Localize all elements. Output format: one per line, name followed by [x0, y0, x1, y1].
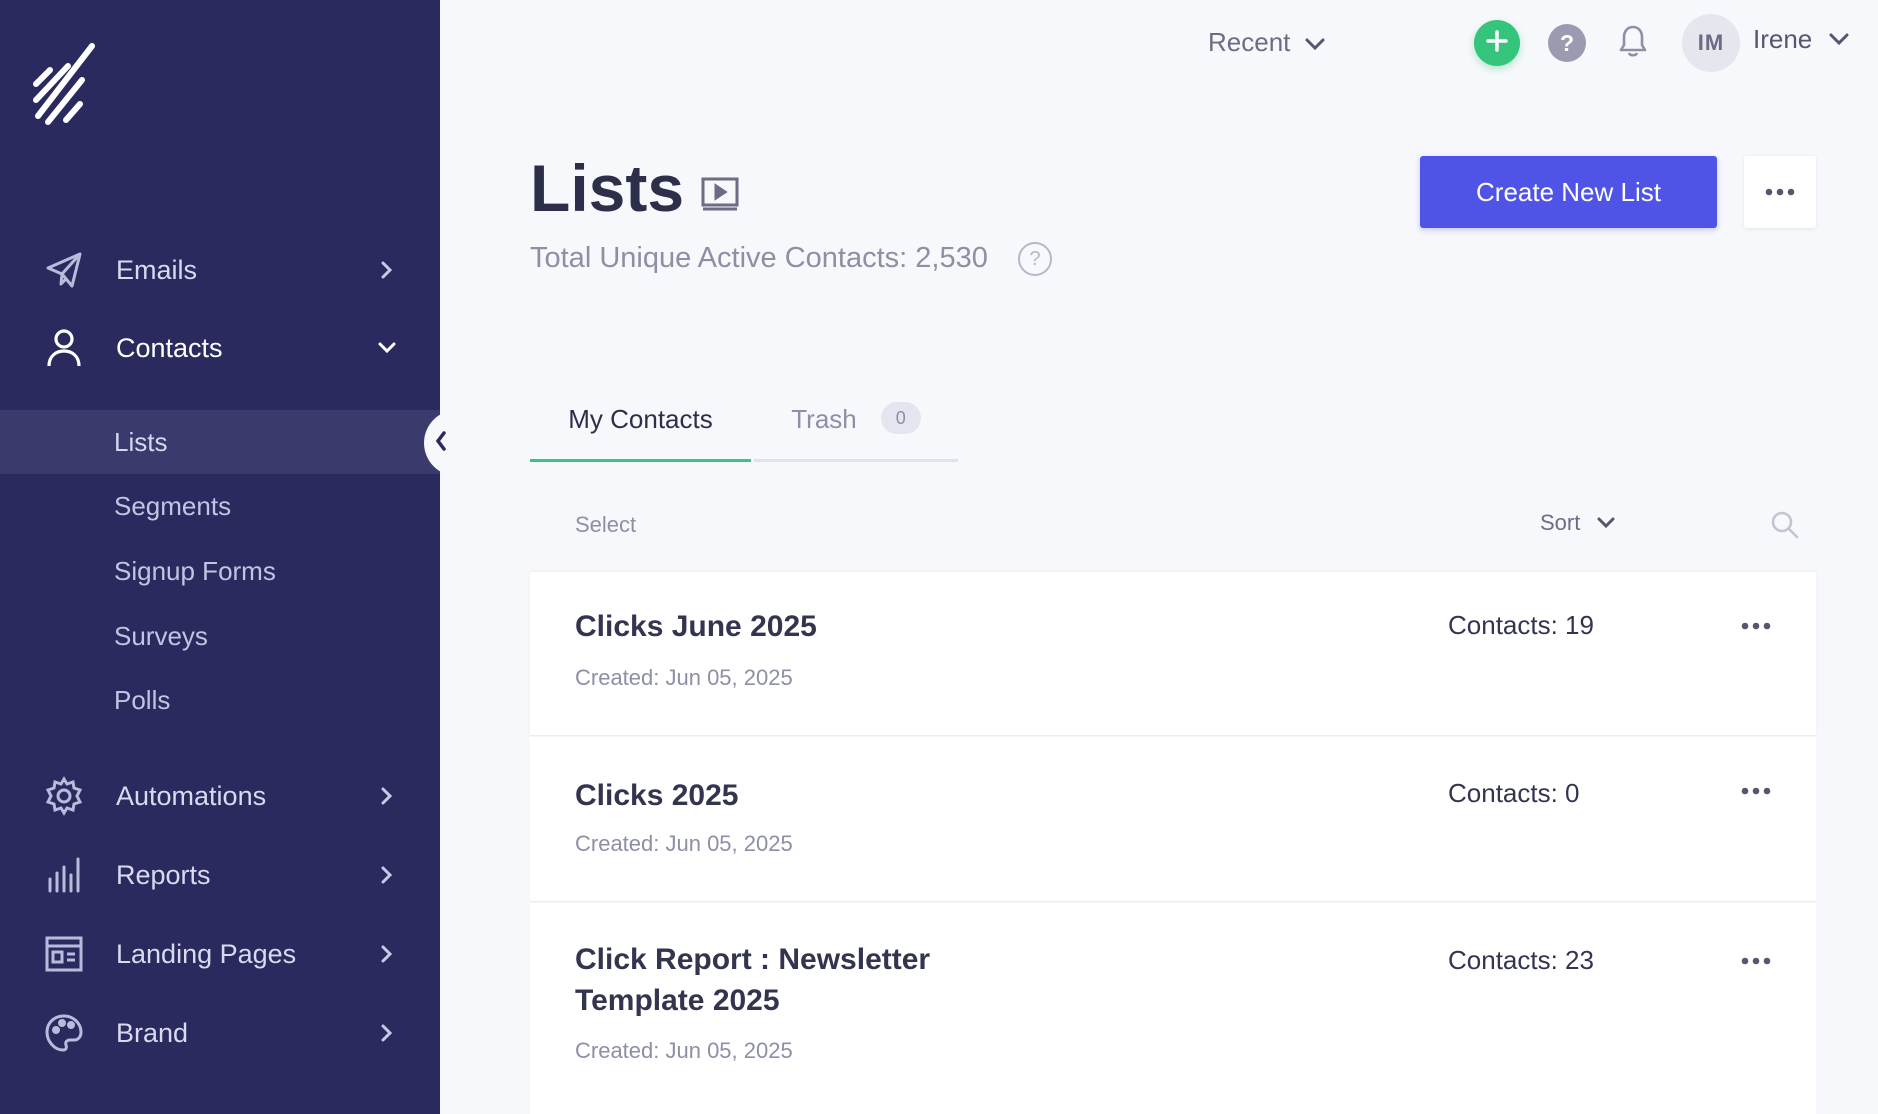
sidebar-item-label: Emails [116, 254, 198, 285]
list-name[interactable]: Clicks June 2025 [575, 606, 995, 647]
sidebar-item-label: Landing Pages [116, 938, 297, 969]
palette-icon [42, 1011, 86, 1055]
notifications-button[interactable] [1612, 22, 1654, 64]
sidebar-item-label: Reports [116, 859, 211, 890]
list-contact-count: Contacts: 0 [1448, 778, 1580, 808]
create-new-list-button[interactable]: Create New List [1420, 156, 1717, 228]
more-horizontal-icon [1741, 617, 1771, 635]
sidebar-subitem-label: Surveys [114, 620, 208, 651]
gear-icon [42, 774, 86, 818]
chevron-right-icon [376, 864, 398, 886]
video-tutorial-icon[interactable] [700, 176, 740, 216]
more-horizontal-icon [1741, 952, 1771, 970]
sidebar: Emails Contacts Lists Segments Signup Fo… [0, 0, 440, 1114]
sidebar-subitem-polls[interactable]: Polls [0, 668, 440, 732]
chevron-right-icon [376, 785, 398, 807]
tab-my-contacts[interactable]: My Contacts [530, 404, 751, 462]
list-contact-count: Contacts: 19 [1448, 610, 1594, 640]
list-more-button[interactable] [1738, 953, 1774, 969]
sidebar-subitem-surveys[interactable]: Surveys [0, 604, 440, 668]
list-row[interactable]: Click Report : Newsletter Template 2025 … [530, 903, 1816, 1114]
avatar[interactable]: IM [1682, 14, 1740, 72]
list-row[interactable]: Clicks 2025 Created: Jun 05, 2025 Contac… [530, 737, 1816, 902]
sidebar-item-emails[interactable]: Emails [0, 235, 440, 305]
chevron-right-icon [376, 943, 398, 965]
sort-label: Sort [1540, 510, 1581, 535]
sidebar-item-reports[interactable]: Reports [0, 840, 440, 910]
sidebar-subitem-label: Segments [114, 490, 232, 521]
sort-dropdown[interactable]: Sort [1540, 510, 1616, 536]
sidebar-subitem-lists[interactable]: Lists [0, 410, 440, 474]
bar-chart-icon [42, 853, 86, 897]
more-horizontal-icon [1741, 782, 1771, 800]
page-title: Lists [530, 151, 685, 225]
sidebar-item-landing-pages[interactable]: Landing Pages [0, 919, 440, 989]
sidebar-subitem-signup-forms[interactable]: Signup Forms [0, 539, 440, 603]
list-name[interactable]: Clicks 2025 [575, 775, 995, 816]
sidebar-subitem-label: Signup Forms [114, 555, 276, 586]
recent-label: Recent [1208, 26, 1291, 57]
landing-page-icon [42, 932, 86, 976]
sidebar-subitem-label: Lists [114, 426, 168, 457]
list-created-date: Created: Jun 05, 2025 [575, 1038, 793, 1063]
list-created-date: Created: Jun 05, 2025 [575, 665, 793, 690]
recent-dropdown[interactable]: Recent [1208, 22, 1326, 62]
sidebar-item-label: Contacts [116, 332, 223, 363]
brand-logo[interactable] [30, 40, 102, 130]
select-toggle[interactable]: Select [575, 512, 636, 538]
user-menu[interactable]: Irene [1753, 24, 1812, 55]
more-horizontal-icon [1765, 183, 1795, 201]
chevron-down-icon [1304, 27, 1326, 58]
list-created-date: Created: Jun 05, 2025 [575, 831, 793, 856]
sidebar-item-contacts[interactable]: Contacts [0, 313, 440, 383]
list-contact-count: Contacts: 23 [1448, 945, 1594, 975]
list-more-button[interactable] [1738, 783, 1774, 799]
total-contacts-summary: Total Unique Active Contacts: 2,530 [530, 242, 988, 274]
tab-label: My Contacts [568, 404, 713, 434]
tab-trash[interactable]: Trash 0 [754, 402, 958, 462]
bell-icon [1618, 24, 1648, 63]
trash-count-badge: 0 [880, 402, 921, 434]
chevron-down-icon [1596, 510, 1616, 536]
chevron-left-icon [434, 430, 448, 457]
sidebar-subitem-label: Polls [114, 684, 171, 715]
chevron-down-icon [376, 337, 398, 359]
plus-icon [1485, 29, 1509, 58]
send-icon [42, 248, 86, 292]
sidebar-item-label: Brand [116, 1017, 189, 1048]
quick-create-button[interactable] [1474, 20, 1520, 66]
list-name[interactable]: Click Report : Newsletter Template 2025 [575, 939, 995, 1021]
list-more-button[interactable] [1738, 618, 1774, 634]
sidebar-subitem-segments[interactable]: Segments [0, 474, 440, 538]
question-circle-icon[interactable]: ? [1018, 242, 1052, 276]
chevron-right-icon [376, 1022, 398, 1044]
list-row[interactable]: Clicks June 2025 Created: Jun 05, 2025 C… [530, 572, 1816, 736]
tab-label: Trash [791, 404, 857, 434]
sidebar-item-label: Automations [116, 780, 267, 811]
help-button[interactable]: ? [1548, 24, 1586, 62]
sidebar-item-automations[interactable]: Automations [0, 761, 440, 831]
chevron-down-icon[interactable] [1828, 32, 1850, 54]
sidebar-item-brand[interactable]: Brand [0, 998, 440, 1068]
chevron-right-icon [376, 259, 398, 281]
search-icon[interactable] [1770, 510, 1800, 540]
user-icon [42, 326, 86, 370]
page-more-button[interactable] [1744, 156, 1816, 228]
help-icon: ? [1559, 29, 1575, 56]
